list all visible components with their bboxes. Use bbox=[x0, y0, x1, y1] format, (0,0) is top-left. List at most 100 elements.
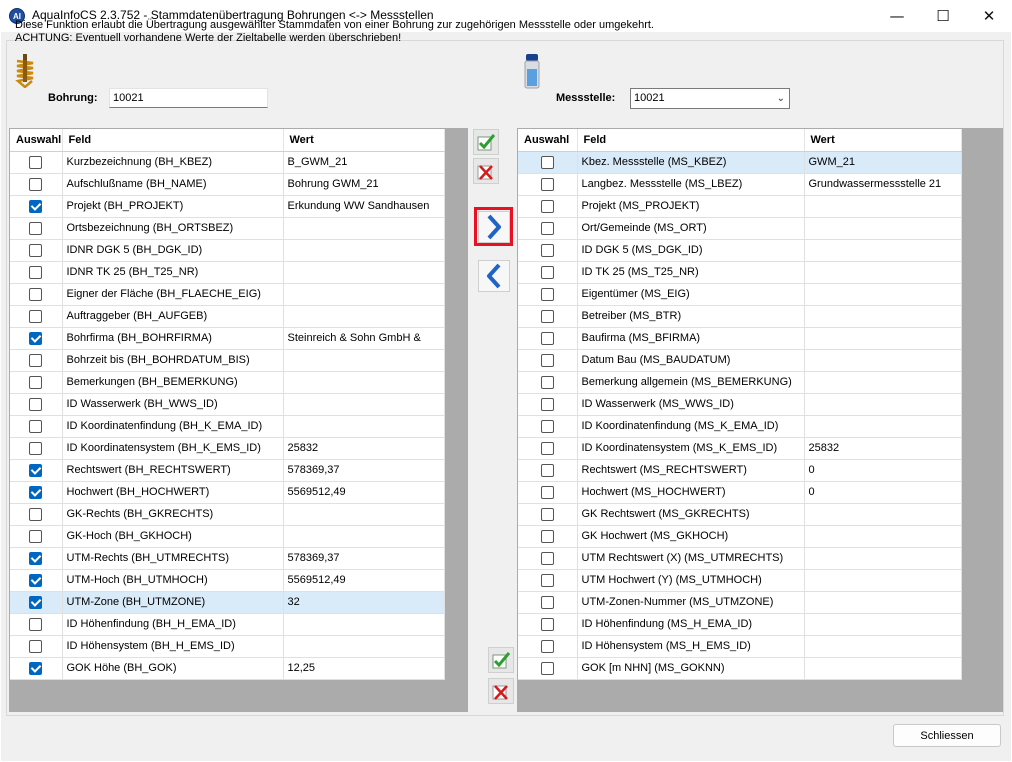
table-row[interactable]: GOK Höhe (BH_GOK) 12,25 bbox=[10, 657, 445, 680]
row-checkbox[interactable] bbox=[29, 177, 43, 191]
table-row[interactable]: UTM-Zonen-Nummer (MS_UTMZONE) bbox=[518, 591, 962, 614]
row-checkbox[interactable] bbox=[540, 265, 554, 279]
row-checkbox[interactable] bbox=[29, 199, 43, 213]
row-checkbox[interactable] bbox=[540, 177, 554, 191]
table-row[interactable]: GK Hochwert (MS_GKHOCH) bbox=[518, 525, 962, 548]
row-checkbox[interactable] bbox=[29, 463, 43, 477]
table-row[interactable]: Datum Bau (MS_BAUDATUM) bbox=[518, 349, 962, 372]
deselect-all-left-button[interactable] bbox=[473, 158, 499, 184]
select-all-left-button[interactable] bbox=[473, 129, 499, 155]
row-checkbox[interactable] bbox=[540, 507, 554, 521]
table-row[interactable]: UTM Hochwert (Y) (MS_UTMHOCH) bbox=[518, 569, 962, 592]
table-row[interactable]: Kurzbezeichnung (BH_KBEZ) B_GWM_21 bbox=[10, 151, 445, 174]
bohrung-input[interactable]: 10021 bbox=[109, 88, 268, 108]
table-row[interactable]: Bemerkungen (BH_BEMERKUNG) bbox=[10, 371, 445, 394]
table-row[interactable]: Eigentümer (MS_EIG) bbox=[518, 283, 962, 306]
row-checkbox[interactable] bbox=[540, 419, 554, 433]
row-checkbox[interactable] bbox=[540, 155, 554, 169]
row-checkbox[interactable] bbox=[540, 529, 554, 543]
select-all-right-button[interactable] bbox=[488, 647, 514, 673]
table-row[interactable]: Ortsbezeichnung (BH_ORTSBEZ) bbox=[10, 217, 445, 240]
row-checkbox[interactable] bbox=[29, 595, 43, 609]
row-checkbox[interactable] bbox=[29, 441, 43, 455]
table-row[interactable]: IDNR DGK 5 (BH_DGK_ID) bbox=[10, 239, 445, 262]
table-row[interactable]: GK Rechtswert (MS_GKRECHTS) bbox=[518, 503, 962, 526]
table-row[interactable]: Bemerkung allgemein (MS_BEMERKUNG) bbox=[518, 371, 962, 394]
close-window-button[interactable]: ✕ bbox=[966, 0, 1012, 32]
row-checkbox[interactable] bbox=[29, 265, 43, 279]
column-header-value[interactable]: Wert bbox=[283, 129, 445, 152]
column-header-select[interactable]: Auswahl bbox=[518, 129, 578, 152]
table-row[interactable]: ID Wasserwerk (BH_WWS_ID) bbox=[10, 393, 445, 416]
transfer-to-bohrung-button[interactable] bbox=[478, 260, 510, 292]
row-checkbox[interactable] bbox=[29, 661, 43, 675]
row-checkbox[interactable] bbox=[540, 397, 554, 411]
close-button[interactable]: Schliessen bbox=[893, 724, 1001, 747]
deselect-all-right-button[interactable] bbox=[488, 678, 514, 704]
row-checkbox[interactable] bbox=[29, 309, 43, 323]
table-row[interactable]: ID Höhensystem (BH_H_EMS_ID) bbox=[10, 635, 445, 658]
row-checkbox[interactable] bbox=[540, 573, 554, 587]
row-checkbox[interactable] bbox=[540, 595, 554, 609]
row-checkbox[interactable] bbox=[540, 375, 554, 389]
table-row[interactable]: UTM-Hoch (BH_UTMHOCH) 5569512,49 bbox=[10, 569, 445, 592]
row-checkbox[interactable] bbox=[540, 199, 554, 213]
row-checkbox[interactable] bbox=[29, 419, 43, 433]
table-row[interactable]: Hochwert (MS_HOCHWERT) 0 bbox=[518, 481, 962, 504]
row-checkbox[interactable] bbox=[29, 573, 43, 587]
row-checkbox[interactable] bbox=[540, 463, 554, 477]
row-checkbox[interactable] bbox=[29, 375, 43, 389]
minimize-button[interactable]: — bbox=[874, 0, 920, 32]
table-row[interactable]: Eigner der Fläche (BH_FLAECHE_EIG) bbox=[10, 283, 445, 306]
column-header-field[interactable]: Feld bbox=[62, 129, 284, 152]
row-checkbox[interactable] bbox=[540, 331, 554, 345]
table-row[interactable]: UTM-Rechts (BH_UTMRECHTS) 578369,37 bbox=[10, 547, 445, 570]
row-checkbox[interactable] bbox=[29, 485, 43, 499]
table-row[interactable]: Projekt (MS_PROJEKT) bbox=[518, 195, 962, 218]
row-checkbox[interactable] bbox=[29, 287, 43, 301]
table-row[interactable]: ID TK 25 (MS_T25_NR) bbox=[518, 261, 962, 284]
row-checkbox[interactable] bbox=[540, 551, 554, 565]
table-row[interactable]: IDNR TK 25 (BH_T25_NR) bbox=[10, 261, 445, 284]
column-header-select[interactable]: Auswahl bbox=[10, 129, 63, 152]
row-checkbox[interactable] bbox=[29, 331, 43, 345]
row-checkbox[interactable] bbox=[540, 639, 554, 653]
table-row[interactable]: Auftraggeber (BH_AUFGEB) bbox=[10, 305, 445, 328]
row-checkbox[interactable] bbox=[540, 617, 554, 631]
table-row[interactable]: UTM-Zone (BH_UTMZONE) 32 bbox=[10, 591, 445, 614]
table-row[interactable]: ID DGK 5 (MS_DGK_ID) bbox=[518, 239, 962, 262]
table-row[interactable]: UTM Rechtswert (X) (MS_UTMRECHTS) bbox=[518, 547, 962, 570]
table-row[interactable]: Ort/Gemeinde (MS_ORT) bbox=[518, 217, 962, 240]
row-checkbox[interactable] bbox=[540, 485, 554, 499]
row-checkbox[interactable] bbox=[29, 507, 43, 521]
row-checkbox[interactable] bbox=[540, 353, 554, 367]
column-header-value[interactable]: Wert bbox=[804, 129, 962, 152]
row-checkbox[interactable] bbox=[29, 551, 43, 565]
table-row[interactable]: Projekt (BH_PROJEKT) Erkundung WW Sandhau… bbox=[10, 195, 445, 218]
row-checkbox[interactable] bbox=[540, 221, 554, 235]
table-row[interactable]: ID Wasserwerk (MS_WWS_ID) bbox=[518, 393, 962, 416]
table-row[interactable]: GK-Rechts (BH_GKRECHTS) bbox=[10, 503, 445, 526]
table-row[interactable]: Bohrfirma (BH_BOHRFIRMA) Steinreich & Soh… bbox=[10, 327, 445, 350]
table-row[interactable]: Langbez. Messstelle (MS_LBEZ) Grundwasser… bbox=[518, 173, 962, 196]
row-checkbox[interactable] bbox=[29, 529, 43, 543]
table-row[interactable]: ID Koordinatensystem (MS_K_EMS_ID) 25832 bbox=[518, 437, 962, 460]
table-row[interactable]: Kbez. Messstelle (MS_KBEZ) GWM_21 bbox=[518, 151, 962, 174]
row-checkbox[interactable] bbox=[29, 155, 43, 169]
messstelle-select[interactable]: 10021 ⌄ bbox=[630, 88, 790, 109]
row-checkbox[interactable] bbox=[29, 397, 43, 411]
row-checkbox[interactable] bbox=[29, 639, 43, 653]
row-checkbox[interactable] bbox=[29, 243, 43, 257]
row-checkbox[interactable] bbox=[29, 617, 43, 631]
row-checkbox[interactable] bbox=[29, 353, 43, 367]
table-row[interactable]: Betreiber (MS_BTR) bbox=[518, 305, 962, 328]
table-row[interactable]: Baufirma (MS_BFIRMA) bbox=[518, 327, 962, 350]
table-row[interactable]: Bohrzeit bis (BH_BOHRDATUM_BIS) bbox=[10, 349, 445, 372]
table-row[interactable]: ID Höhenfindung (BH_H_EMA_ID) bbox=[10, 613, 445, 636]
table-row[interactable]: Hochwert (BH_HOCHWERT) 5569512,49 bbox=[10, 481, 445, 504]
table-row[interactable]: ID Höhenfindung (MS_H_EMA_ID) bbox=[518, 613, 962, 636]
table-row[interactable]: ID Koordinatensystem (BH_K_EMS_ID) 25832 bbox=[10, 437, 445, 460]
row-checkbox[interactable] bbox=[540, 441, 554, 455]
row-checkbox[interactable] bbox=[540, 309, 554, 323]
table-row[interactable]: GOK [m NHN] (MS_GOKNN) bbox=[518, 657, 962, 680]
